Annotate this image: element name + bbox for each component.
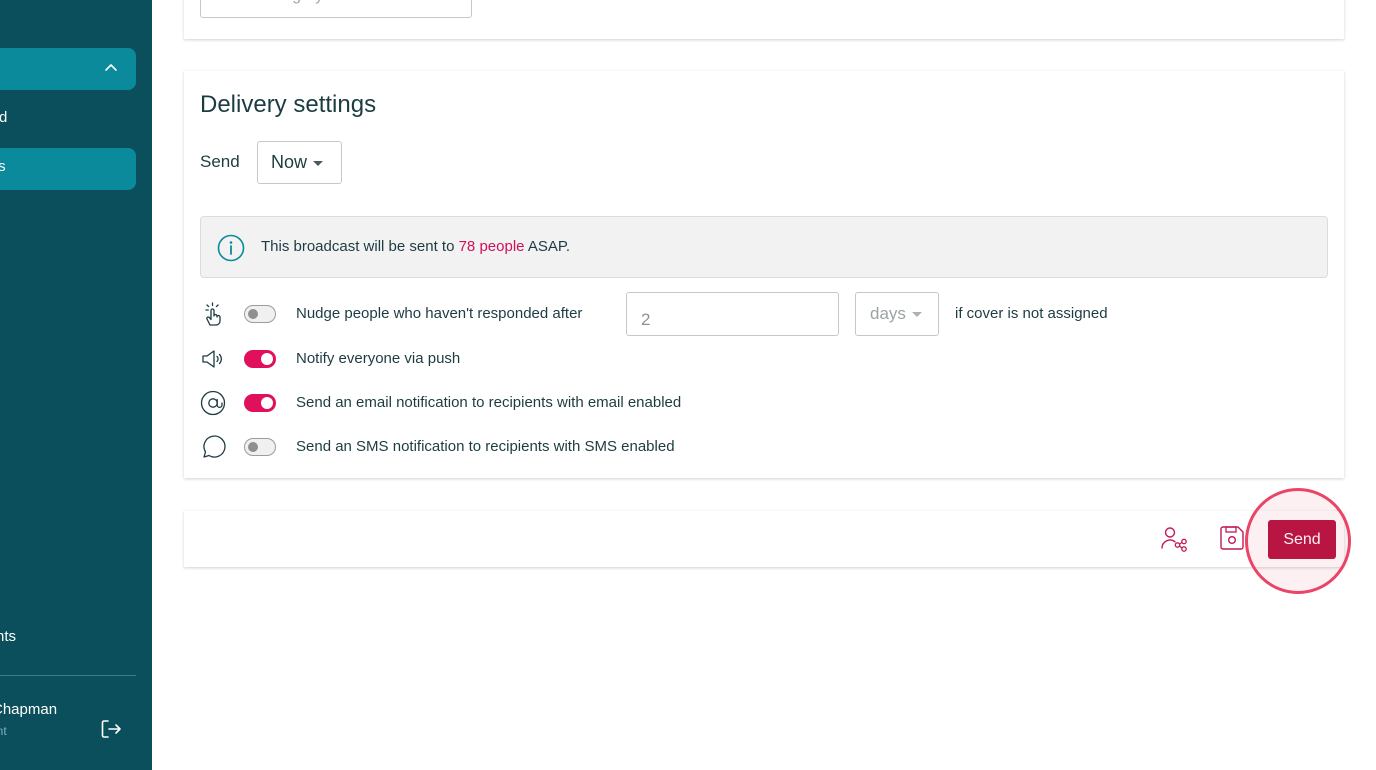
email-option-row: Send an email notification to recipients… [200, 388, 1328, 418]
nudge-suffix-label: if cover is not assigned [955, 305, 1108, 322]
sidebar-item[interactable]: d [0, 109, 7, 126]
at-sign-icon [200, 390, 226, 416]
push-label: Notify everyone via push [296, 350, 461, 367]
email-label: Send an email notification to recipients… [296, 394, 682, 411]
megaphone-icon [202, 350, 222, 368]
tap-finger-icon [205, 302, 221, 326]
nudge-days-input[interactable] [626, 292, 839, 336]
save-draft-icon[interactable] [1218, 524, 1246, 552]
send-timing-select[interactable]: Now [257, 141, 342, 184]
sidebar-divider [0, 675, 136, 676]
send-timing-label: Send [200, 152, 240, 171]
delivery-settings-card: Delivery settings Send Now This broadcas… [184, 71, 1344, 478]
category-select[interactable]: Select category [200, 0, 472, 18]
sms-toggle[interactable] [244, 438, 276, 456]
actions-bar: Send [184, 511, 1344, 567]
sms-option-row: Send an SMS notification to recipients w… [200, 432, 1328, 462]
sidebar-item[interactable]: nts [0, 628, 16, 645]
recipients-info-banner: This broadcast will be sent to 78 people… [200, 216, 1328, 278]
sidebar-item-active[interactable]: ts [0, 148, 136, 190]
info-prefix: This broadcast will be sent to [261, 238, 459, 255]
nudge-label: Nudge people who haven't responded after [296, 305, 583, 322]
info-suffix: ASAP. [524, 238, 571, 255]
delivery-settings-title: Delivery settings [200, 91, 377, 118]
email-toggle[interactable] [244, 394, 276, 412]
recipient-count[interactable]: 78 people [459, 238, 525, 255]
push-toggle[interactable] [244, 350, 276, 368]
nudge-option-row: Nudge people who haven't responded after… [200, 292, 1328, 336]
nudge-unit-value: days [870, 304, 906, 323]
nudge-unit-select[interactable]: days [855, 292, 939, 336]
user-account-label: unt [0, 724, 7, 738]
logout-icon[interactable] [100, 718, 122, 740]
sms-label: Send an SMS notification to recipients w… [296, 438, 675, 455]
caret-down-icon [313, 160, 324, 166]
send-timing-value: Now [271, 152, 308, 172]
category-card: Select category [184, 0, 1344, 39]
sidebar: d ts nts Chapman unt [0, 0, 152, 770]
chevron-up-icon [105, 64, 117, 71]
sidebar-item-label: ts [0, 158, 6, 175]
user-name: Chapman [0, 701, 58, 718]
chat-bubble-icon [203, 435, 226, 458]
nudge-toggle[interactable] [244, 305, 276, 323]
sidebar-group-expanded[interactable] [0, 48, 136, 90]
share-user-icon[interactable] [1160, 525, 1188, 553]
info-icon [217, 234, 245, 262]
caret-down-icon [911, 312, 922, 318]
recipients-info-text: This broadcast will be sent to 78 people… [261, 238, 570, 255]
send-button[interactable]: Send [1268, 520, 1336, 559]
push-option-row: Notify everyone via push [200, 344, 1328, 374]
